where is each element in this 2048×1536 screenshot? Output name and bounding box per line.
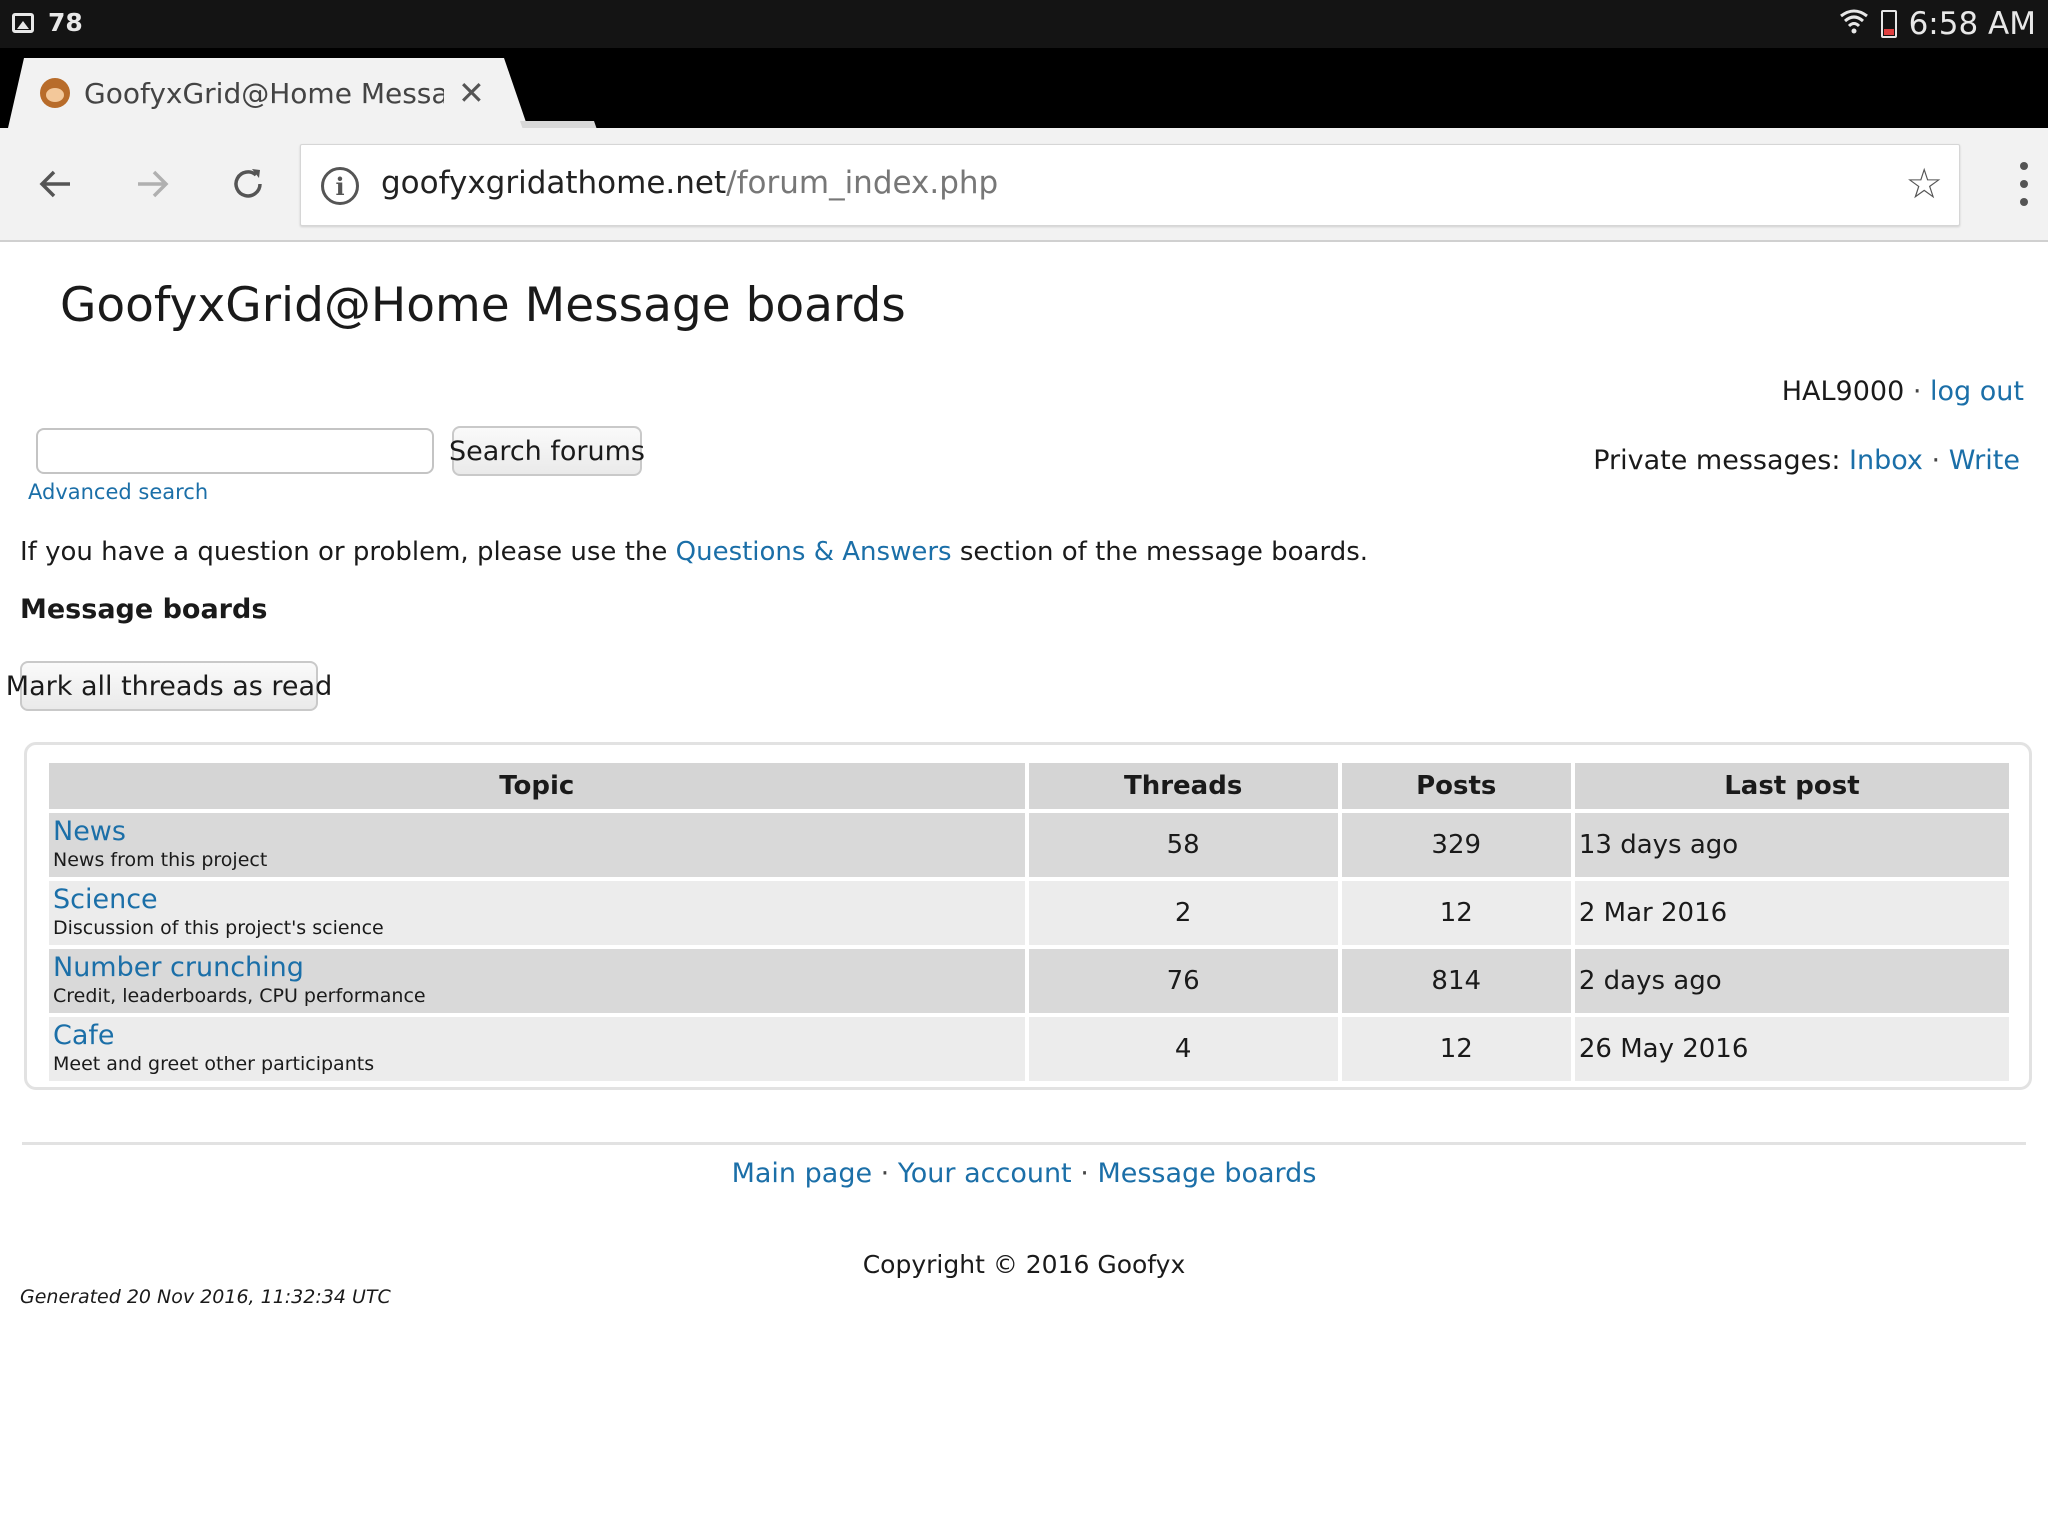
topic-link[interactable]: Number crunching [53,953,1021,983]
user-line: HAL9000 · log out [1782,376,2024,407]
your-account-link[interactable]: Your account [898,1158,1072,1189]
topic-cell: News News from this project [49,813,1025,877]
generated-timestamp: Generated 20 Nov 2016, 11:32:34 UTC [20,1286,391,1308]
separator: · [1931,445,1941,476]
browser-toolbar: i goofyxgridathome.net/forum_index.php ☆ [0,128,2048,242]
logout-link[interactable]: log out [1930,376,2024,407]
last-post-cell: 2 days ago [1574,949,2009,1013]
info-icon[interactable]: i [321,167,359,205]
topic-cell: Cafe Meet and greet other participants [49,1017,1025,1081]
forward-arrow-icon[interactable] [124,156,180,212]
topic-description: Meet and greet other participants [53,1053,375,1075]
inbox-link[interactable]: Inbox [1849,445,1923,476]
threads-cell: 4 [1028,1017,1338,1081]
separator: · [1912,376,1922,407]
menu-dots-icon[interactable] [2020,162,2028,206]
separator: · [880,1158,890,1189]
url-host: goofyxgridathome.net [381,165,727,201]
footer-divider [22,1142,2026,1145]
url-text[interactable]: goofyxgridathome.net/forum_index.php [381,165,998,201]
table-row: News News from this project 58 329 13 day… [49,813,2009,877]
topic-cell: Number crunching Credit, leaderboards, CP… [49,949,1025,1013]
topic-cell: Science Discussion of this project's scie… [49,881,1025,945]
reload-icon[interactable] [220,156,276,212]
close-icon[interactable]: ✕ [458,77,485,109]
table-row: Number crunching Credit, leaderboards, CP… [49,949,2009,1013]
status-left: 78 [12,8,83,37]
last-post-cell: 2 Mar 2016 [1574,881,2009,945]
forum-table-container: Topic Threads Posts Last post News News f… [24,742,2032,1090]
page-title: GoofyxGrid@Home Message boards [60,278,906,333]
search-forums-button[interactable]: Search forums [449,426,645,476]
battery-icon [1880,10,1897,38]
copyright: Copyright © 2016 Goofyx [862,1250,1186,1279]
tab-title: GoofyxGrid@Home Message boards [84,76,444,110]
status-time: 6:58 AM [1908,6,2036,42]
footer-links: Main page · Your account · Message board… [0,1158,2048,1189]
last-post-cell: 13 days ago [1574,813,2009,877]
notification-count: 78 [48,8,83,37]
posts-cell: 12 [1341,881,1571,945]
topic-link[interactable]: Science [53,885,1021,915]
posts-cell: 12 [1341,1017,1571,1081]
posts-cell: 329 [1341,813,1571,877]
posts-cell: 814 [1341,949,1571,1013]
wifi-icon [1839,6,1869,42]
table-row: Science Discussion of this project's scie… [49,881,2009,945]
help-prefix: If you have a question or problem, pleas… [20,537,676,567]
star-icon[interactable]: ☆ [1905,159,1943,208]
threads-cell: 58 [1028,813,1338,877]
status-right: 6:58 AM [1839,6,2036,42]
write-link[interactable]: Write [1949,445,2020,476]
threads-cell: 76 [1028,949,1338,1013]
topic-description: Credit, leaderboards, CPU performance [53,985,426,1007]
mark-all-read-button[interactable]: Mark all threads as read [6,661,332,711]
username: HAL9000 [1781,376,1905,407]
browser-tab[interactable]: GoofyxGrid@Home Message boards ✕ [8,58,528,128]
last-post-cell: 26 May 2016 [1574,1017,2009,1081]
threads-cell: 2 [1028,881,1338,945]
topic-link[interactable]: Cafe [53,1021,1021,1051]
status-bar: 78 6:58 AM [0,0,2048,48]
private-messages-label: Private messages: [1593,445,1841,476]
table-row: Cafe Meet and greet other participants 4 … [49,1017,2009,1081]
header-threads: Threads [1028,763,1338,809]
monkey-favicon-icon [40,78,70,108]
separator: · [1080,1158,1089,1189]
url-path: /forum_index.php [726,165,999,201]
table-header-row: Topic Threads Posts Last post [49,763,2009,809]
private-messages-line: Private messages: Inbox · Write [1593,445,2020,476]
questions-answers-link[interactable]: Questions & Answers [676,537,952,567]
back-arrow-icon[interactable] [28,156,84,212]
header-last-post: Last post [1574,763,2009,809]
gallery-icon [12,12,34,33]
topic-description: News from this project [53,849,268,871]
main-page-link[interactable]: Main page [732,1158,872,1189]
help-text: If you have a question or problem, pleas… [20,537,1368,567]
forum-table: Topic Threads Posts Last post News News f… [45,759,2013,1085]
tab-strip: GoofyxGrid@Home Message boards ✕ [0,48,2048,161]
topic-link[interactable]: News [53,817,1021,847]
boards-heading: Message boards [20,594,268,625]
header-topic: Topic [49,763,1025,809]
header-posts: Posts [1341,763,1571,809]
topic-description: Discussion of this project's science [53,917,384,939]
help-suffix: section of the message boards. [951,537,1369,567]
address-bar[interactable]: i goofyxgridathome.net/forum_index.php ☆ [300,144,1960,226]
advanced-search-link[interactable]: Advanced search [28,480,208,504]
message-boards-link[interactable]: Message boards [1097,1158,1316,1189]
search-input[interactable] [36,428,434,474]
